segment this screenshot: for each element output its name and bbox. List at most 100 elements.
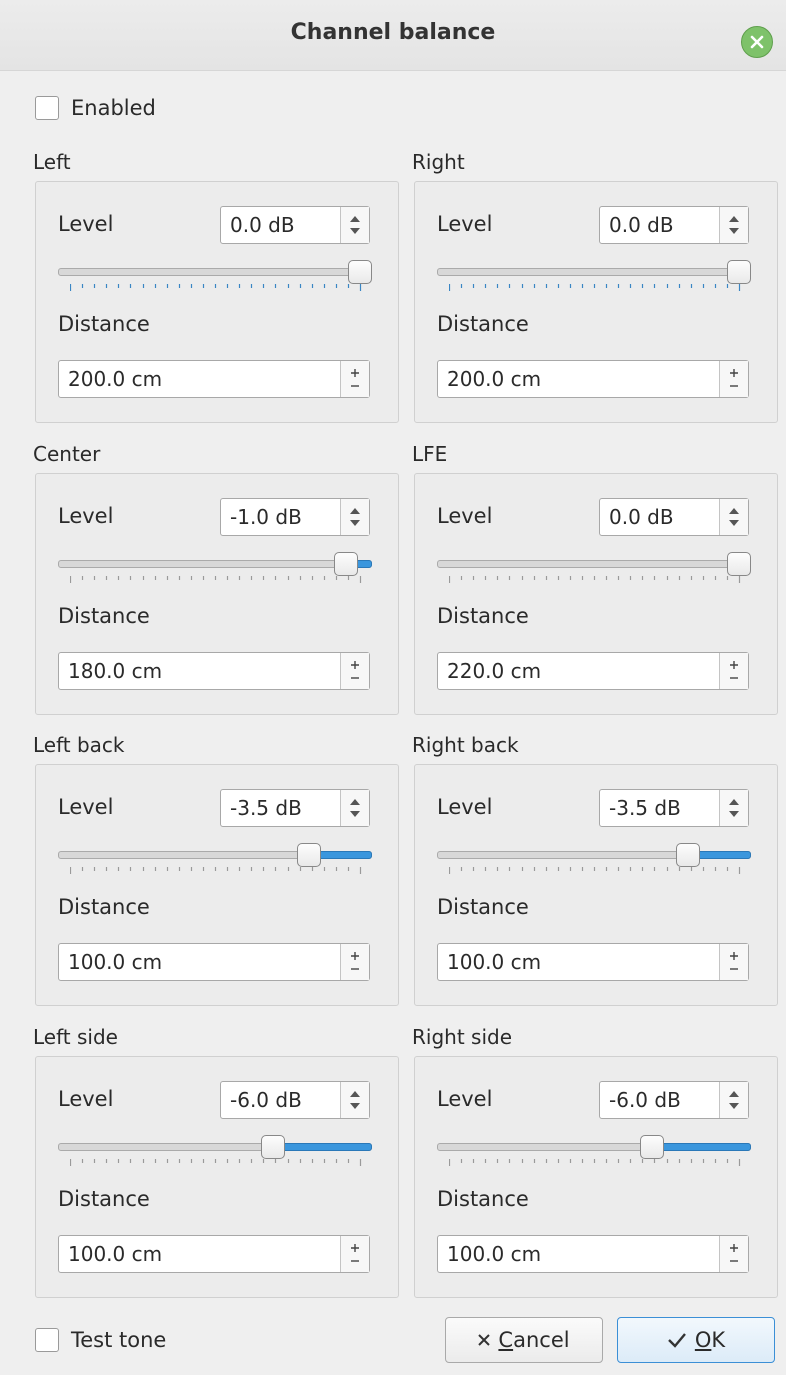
up-down-arrows-icon bbox=[729, 216, 739, 234]
level-value: 0.0 dB bbox=[609, 213, 674, 237]
distance-spin-buttons[interactable] bbox=[719, 653, 748, 689]
distance-spinbox[interactable]: 100.0 cm bbox=[437, 1235, 749, 1273]
level-spinbox[interactable]: -6.0 dB bbox=[220, 1081, 370, 1119]
distance-spinbox[interactable]: 180.0 cm bbox=[58, 652, 370, 690]
level-label: Level bbox=[58, 504, 114, 528]
level-slider[interactable] bbox=[58, 260, 372, 291]
level-spin-buttons[interactable] bbox=[340, 499, 369, 535]
plus-minus-icon bbox=[351, 369, 359, 387]
distance-label: Distance bbox=[437, 895, 529, 919]
distance-label: Distance bbox=[58, 604, 150, 628]
distance-label: Distance bbox=[58, 895, 150, 919]
slider-track bbox=[437, 560, 751, 568]
level-value: -3.5 dB bbox=[230, 796, 302, 820]
level-value: -1.0 dB bbox=[230, 505, 302, 529]
distance-spin-buttons[interactable] bbox=[340, 944, 369, 980]
enabled-checkbox-row[interactable]: Enabled bbox=[35, 96, 156, 120]
level-spinbox[interactable]: 0.0 dB bbox=[599, 498, 749, 536]
distance-spin-buttons[interactable] bbox=[719, 1236, 748, 1272]
slider-handle[interactable] bbox=[640, 1135, 664, 1159]
level-spin-buttons[interactable] bbox=[719, 1082, 748, 1118]
distance-value: 200.0 cm bbox=[447, 367, 542, 391]
distance-spinbox[interactable]: 100.0 cm bbox=[58, 1235, 370, 1273]
level-slider[interactable] bbox=[437, 260, 751, 291]
level-label: Level bbox=[437, 795, 493, 819]
level-value: 0.0 dB bbox=[609, 505, 674, 529]
distance-value: 100.0 cm bbox=[447, 950, 542, 974]
channel-title-left-back: Left back bbox=[33, 733, 125, 757]
level-spinbox[interactable]: -3.5 dB bbox=[599, 789, 749, 827]
channel-title-left-side: Left side bbox=[33, 1025, 118, 1049]
channel-group-left: Level 0.0 dB Distance 200.0 cm bbox=[35, 181, 399, 423]
distance-spin-buttons[interactable] bbox=[340, 1236, 369, 1272]
distance-spin-buttons[interactable] bbox=[719, 944, 748, 980]
ok-button[interactable]: OK bbox=[617, 1317, 775, 1363]
level-slider[interactable] bbox=[58, 843, 372, 874]
level-label: Level bbox=[437, 504, 493, 528]
level-slider[interactable] bbox=[437, 843, 751, 874]
close-button[interactable] bbox=[741, 26, 773, 58]
distance-value: 220.0 cm bbox=[447, 659, 542, 683]
level-slider[interactable] bbox=[58, 1135, 372, 1166]
enabled-label: Enabled bbox=[71, 96, 156, 120]
level-value: -3.5 dB bbox=[609, 796, 681, 820]
level-label: Level bbox=[58, 795, 114, 819]
slider-handle[interactable] bbox=[261, 1135, 285, 1159]
level-spinbox[interactable]: -6.0 dB bbox=[599, 1081, 749, 1119]
enabled-checkbox[interactable] bbox=[35, 96, 59, 120]
slider-handle[interactable] bbox=[727, 552, 751, 576]
plus-minus-icon bbox=[351, 661, 359, 679]
level-value: 0.0 dB bbox=[230, 213, 295, 237]
level-spinbox[interactable]: 0.0 dB bbox=[599, 206, 749, 244]
distance-value: 100.0 cm bbox=[447, 1242, 542, 1266]
slider-handle[interactable] bbox=[727, 260, 751, 284]
up-down-arrows-icon bbox=[350, 799, 360, 817]
distance-label: Distance bbox=[437, 1187, 529, 1211]
level-spin-buttons[interactable] bbox=[340, 790, 369, 826]
distance-spin-buttons[interactable] bbox=[340, 361, 369, 397]
up-down-arrows-icon bbox=[350, 508, 360, 526]
plus-minus-icon bbox=[730, 369, 738, 387]
slider-handle[interactable] bbox=[676, 843, 700, 867]
slider-handle[interactable] bbox=[297, 843, 321, 867]
up-down-arrows-icon bbox=[350, 216, 360, 234]
level-value: -6.0 dB bbox=[609, 1088, 681, 1112]
slider-fill bbox=[658, 1143, 751, 1151]
slider-track bbox=[437, 268, 751, 276]
distance-spinbox[interactable]: 100.0 cm bbox=[437, 943, 749, 981]
test-tone-checkbox[interactable] bbox=[35, 1328, 59, 1352]
level-spinbox[interactable]: -1.0 dB bbox=[220, 498, 370, 536]
up-down-arrows-icon bbox=[729, 1091, 739, 1109]
distance-value: 100.0 cm bbox=[68, 1242, 163, 1266]
cancel-button[interactable]: Cancel bbox=[445, 1317, 603, 1363]
distance-spinbox[interactable]: 220.0 cm bbox=[437, 652, 749, 690]
level-label: Level bbox=[437, 1087, 493, 1111]
distance-spin-buttons[interactable] bbox=[719, 361, 748, 397]
distance-spinbox[interactable]: 200.0 cm bbox=[58, 360, 370, 398]
ok-mnemonic: O bbox=[694, 1328, 712, 1352]
level-slider[interactable] bbox=[437, 552, 751, 583]
distance-spinbox[interactable]: 200.0 cm bbox=[437, 360, 749, 398]
slider-ticks bbox=[70, 867, 362, 874]
test-tone-checkbox-row[interactable]: Test tone bbox=[35, 1328, 166, 1352]
cancel-label: ancel bbox=[513, 1328, 570, 1352]
level-spin-buttons[interactable] bbox=[719, 790, 748, 826]
level-spin-buttons[interactable] bbox=[719, 499, 748, 535]
slider-handle[interactable] bbox=[348, 260, 372, 284]
slider-ticks bbox=[449, 576, 741, 583]
level-spin-buttons[interactable] bbox=[719, 207, 748, 243]
level-spin-buttons[interactable] bbox=[340, 207, 369, 243]
slider-handle[interactable] bbox=[334, 552, 358, 576]
channel-title-lfe: LFE bbox=[412, 442, 448, 466]
distance-label: Distance bbox=[437, 312, 529, 336]
level-spin-buttons[interactable] bbox=[340, 1082, 369, 1118]
title-bar: Channel balance bbox=[0, 0, 786, 71]
x-icon bbox=[478, 1334, 491, 1346]
distance-spin-buttons[interactable] bbox=[340, 653, 369, 689]
level-spinbox[interactable]: -3.5 dB bbox=[220, 789, 370, 827]
level-slider[interactable] bbox=[58, 552, 372, 583]
distance-spinbox[interactable]: 100.0 cm bbox=[58, 943, 370, 981]
channel-group-lfe: Level 0.0 dB Distance 220.0 cm bbox=[414, 473, 778, 715]
level-spinbox[interactable]: 0.0 dB bbox=[220, 206, 370, 244]
level-slider[interactable] bbox=[437, 1135, 751, 1166]
